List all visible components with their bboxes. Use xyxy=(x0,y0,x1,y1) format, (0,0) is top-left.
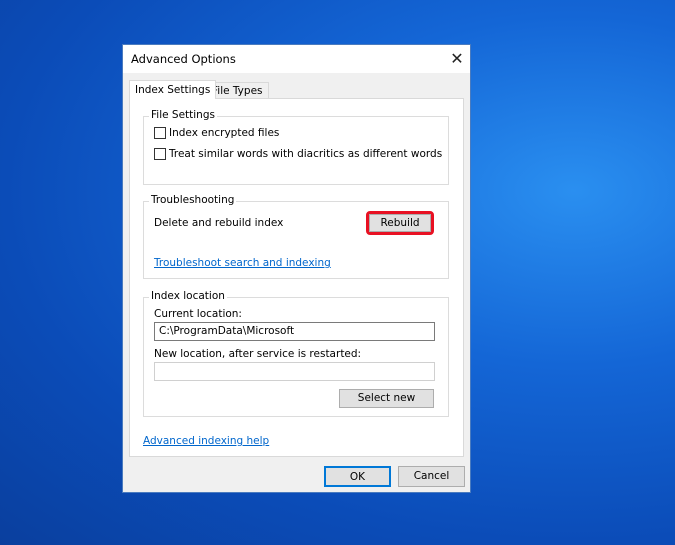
troubleshoot-link[interactable]: Troubleshoot search and indexing xyxy=(154,257,331,269)
group-legend: Troubleshooting xyxy=(149,194,237,206)
tab-index-settings[interactable]: Index Settings xyxy=(129,80,217,99)
checkbox-diacritics[interactable]: Treat similar words with diacritics as d… xyxy=(154,148,442,160)
tab-label: File Types xyxy=(212,85,263,97)
checkbox-label: Index encrypted files xyxy=(169,127,280,139)
title-bar: Advanced Options ✕ xyxy=(123,45,470,73)
current-location-label: Current location: xyxy=(154,308,242,320)
checkbox-label: Treat similar words with diacritics as d… xyxy=(169,148,443,160)
index-location-group: Index location Current location: C:\Prog… xyxy=(143,290,449,417)
advanced-indexing-help-link[interactable]: Advanced indexing help xyxy=(143,435,269,447)
dialog-title: Advanced Options xyxy=(131,52,236,66)
highlight-box: Rebuild xyxy=(366,211,434,235)
advanced-options-dialog: Advanced Options ✕ Index Settings File T… xyxy=(122,44,471,493)
ok-button[interactable]: OK xyxy=(324,466,391,487)
troubleshooting-group: Troubleshooting Delete and rebuild index… xyxy=(143,194,449,279)
file-settings-group: File Settings Index encrypted files Trea… xyxy=(143,109,449,185)
group-legend: Index location xyxy=(149,290,227,302)
checkbox[interactable] xyxy=(154,148,166,160)
rebuild-button[interactable]: Rebuild xyxy=(369,214,431,232)
cancel-button[interactable]: Cancel xyxy=(398,466,465,487)
select-new-button[interactable]: Select new xyxy=(339,389,434,408)
current-location-field[interactable]: C:\ProgramData\Microsoft xyxy=(154,322,435,341)
new-location-label: New location, after service is restarted… xyxy=(154,348,362,360)
rebuild-description: Delete and rebuild index xyxy=(154,217,284,229)
tab-panel: File Settings Index encrypted files Trea… xyxy=(129,98,464,457)
close-icon[interactable]: ✕ xyxy=(445,47,469,71)
group-legend: File Settings xyxy=(149,109,217,121)
new-location-field[interactable] xyxy=(154,362,435,381)
checkbox-index-encrypted[interactable]: Index encrypted files xyxy=(154,127,279,139)
tab-label: Index Settings xyxy=(135,84,211,96)
checkbox[interactable] xyxy=(154,127,166,139)
